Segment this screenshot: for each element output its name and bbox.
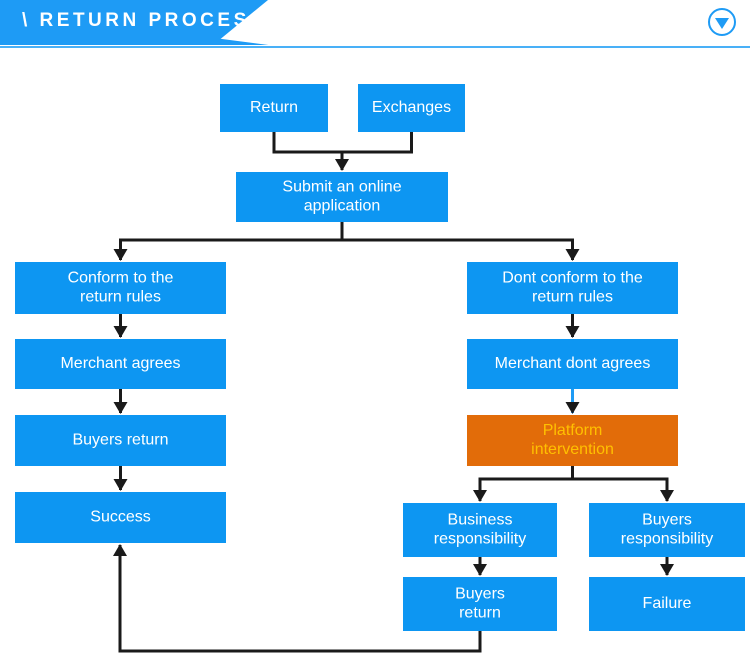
flow-node-buyers-return-right[interactable]: Buyers return xyxy=(403,577,557,631)
flow-node-label: Platform xyxy=(543,422,603,439)
flowchart-node-layer: Return Exchanges Submit an online applicati… xyxy=(15,84,745,631)
flow-node-platform[interactable]: Platform intervention xyxy=(467,415,678,466)
flow-node-label: Conform to the xyxy=(68,270,174,287)
flow-edge-merchantdont-to-platform xyxy=(565,389,580,414)
flow-edge-submit-to-dont-conform xyxy=(342,238,580,261)
flow-node-label: Return xyxy=(250,99,298,116)
flow-edge-conform-to-merchant xyxy=(113,314,128,338)
flow-edge-submit-to-conform xyxy=(113,222,344,261)
flow-node-buyers-return-left[interactable]: Buyers return xyxy=(15,415,226,466)
flow-node-label: Submit an online xyxy=(282,179,401,196)
flow-node-label: application xyxy=(304,198,381,215)
return-process-flowchart: Return Exchanges Submit an online applicati… xyxy=(15,84,745,653)
flow-edge-platform-to-buyersresp xyxy=(572,477,674,502)
flow-node-label: Success xyxy=(90,509,150,526)
flow-edge-business-to-buyersreturn xyxy=(473,557,487,576)
flow-node-label: responsibility xyxy=(621,531,713,548)
flow-node-label: responsibility xyxy=(434,531,526,548)
flow-node-label: Buyers xyxy=(642,512,692,529)
flow-node-failure[interactable]: Failure xyxy=(589,577,745,631)
flow-node-label: Buyers xyxy=(455,586,505,603)
flow-node-submit-app[interactable]: Submit an online application xyxy=(236,172,448,222)
flow-edge-exchanges-to-submit xyxy=(342,132,413,154)
flow-node-label: return rules xyxy=(80,289,161,306)
flow-edge-platform-to-business xyxy=(473,466,574,502)
flow-node-label: return rules xyxy=(532,289,613,306)
flow-node-label: Buyers return xyxy=(72,432,168,449)
flow-node-label: Business xyxy=(448,512,513,529)
flow-node-merchant-dont[interactable]: Merchant dont agrees xyxy=(467,339,678,389)
flow-node-label: intervention xyxy=(531,441,614,458)
flow-node-business-resp[interactable]: Business responsibility xyxy=(403,503,557,557)
flow-edge-merchant-to-buyers xyxy=(113,389,128,414)
flow-node-exchanges[interactable]: Exchanges xyxy=(358,84,465,132)
flow-node-dont-conform[interactable]: Dont conform to the return rules xyxy=(467,262,678,314)
flow-node-success[interactable]: Success xyxy=(15,492,226,543)
flow-node-buyers-resp[interactable]: Buyers responsibility xyxy=(589,503,745,557)
flow-edge-buyers-to-success xyxy=(113,466,128,491)
flow-node-label: Dont conform to the xyxy=(502,270,643,287)
flow-node-label: Exchanges xyxy=(372,99,451,116)
flow-edge-return-to-submit xyxy=(272,132,349,171)
flow-node-label: Merchant agrees xyxy=(60,355,180,372)
flow-node-label: Failure xyxy=(643,595,692,612)
flow-edge-buyersresp-to-failure xyxy=(660,557,674,576)
flow-node-conform[interactable]: Conform to the return rules xyxy=(15,262,226,314)
flow-node-label: return xyxy=(459,605,501,622)
flow-node-merchant-agrees[interactable]: Merchant agrees xyxy=(15,339,226,389)
flow-edge-dontconform-to-merchant xyxy=(565,314,580,338)
flow-node-return[interactable]: Return xyxy=(220,84,328,132)
flow-node-label: Merchant dont agrees xyxy=(495,355,651,372)
